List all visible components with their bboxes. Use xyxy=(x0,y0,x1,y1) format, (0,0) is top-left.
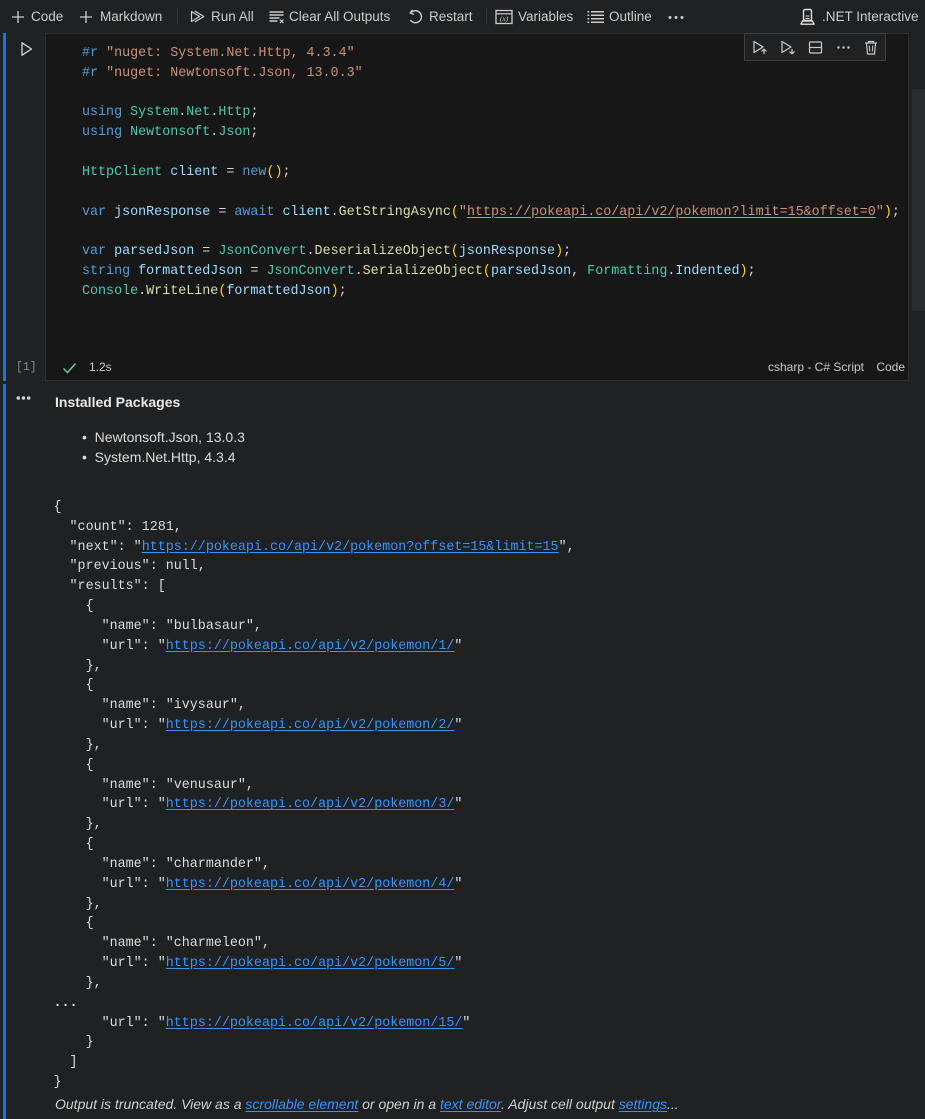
svg-text:(x): (x) xyxy=(500,14,509,23)
